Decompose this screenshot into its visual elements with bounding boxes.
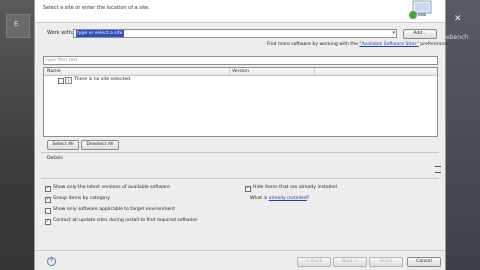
back-button[interactable]: < Back xyxy=(297,257,331,267)
hide-installed-label: Hide items that are already installed xyxy=(253,185,337,190)
add-button[interactable]: Add... xyxy=(403,29,437,39)
tree-row-label: There is no site selected. xyxy=(74,77,132,82)
work-with-combo[interactable]: type or select a site ▾ xyxy=(73,29,397,38)
deselect-all-button[interactable]: Deselect All xyxy=(81,140,119,150)
group-by-category-checkbox[interactable] xyxy=(45,196,51,203)
filter-placeholder: type filter text xyxy=(46,58,78,63)
filter-input[interactable]: type filter text xyxy=(43,56,438,65)
software-tree[interactable]: Name Version i There is no site selected… xyxy=(43,67,438,137)
details-label: Details xyxy=(47,156,63,161)
find-more-prefix: Find more software by working with the xyxy=(267,42,360,47)
work-with-value: type or select a site xyxy=(76,30,124,37)
info-icon: i xyxy=(65,77,72,84)
next-button[interactable]: Next > xyxy=(333,257,367,267)
already-installed-suffix: ? xyxy=(306,196,310,201)
install-dialog: Select a site or enter the location of a… xyxy=(34,0,449,270)
select-all-button[interactable]: Select All xyxy=(47,140,79,150)
close-icon[interactable]: ✕ xyxy=(454,14,462,24)
install-wizard-icon xyxy=(409,0,432,19)
available-software-sites-link[interactable]: "Available Software Sites" xyxy=(359,42,418,47)
workbench-tab-label: E xyxy=(14,20,19,28)
already-installed-prefix: What is xyxy=(250,196,269,201)
latest-versions-checkbox[interactable] xyxy=(45,185,51,192)
work-with-label: Work with: xyxy=(47,30,74,36)
header-message: Select a site or enter the location of a… xyxy=(43,5,150,11)
latest-versions-label: Show only the latest versions of availab… xyxy=(53,185,170,190)
contact-sites-label: Contact all update sites during install … xyxy=(53,218,198,223)
group-by-category-label: Group items by category xyxy=(53,196,111,201)
tree-header: Name Version xyxy=(44,68,437,76)
target-env-checkbox[interactable] xyxy=(45,208,51,214)
dialog-header: Select a site or enter the location of a… xyxy=(35,0,445,23)
already-installed-text: What is already installed? xyxy=(250,196,309,201)
contact-sites-checkbox[interactable] xyxy=(45,218,51,225)
help-icon[interactable]: ? xyxy=(47,257,56,266)
chevron-down-icon[interactable]: ▾ xyxy=(392,30,395,37)
find-more-text: Find more software by working with the "… xyxy=(267,42,449,47)
find-more-suffix: preferences. xyxy=(418,42,449,47)
column-name[interactable]: Name xyxy=(47,69,61,74)
eclipse-workbench-right: ✕ ebench xyxy=(444,0,480,270)
details-toggle-icon[interactable] xyxy=(435,166,441,173)
cancel-button[interactable]: Cancel xyxy=(407,257,441,267)
finish-button[interactable]: Finish xyxy=(369,257,403,267)
hide-installed-checkbox[interactable] xyxy=(245,185,251,192)
workbench-label: ebench xyxy=(446,34,469,41)
column-version[interactable]: Version xyxy=(232,69,249,74)
eclipse-workbench-left: E xyxy=(0,0,34,270)
target-env-label: Show only software applicable to target … xyxy=(53,207,175,212)
tree-row-checkbox[interactable] xyxy=(58,78,64,84)
workbench-tab[interactable]: E xyxy=(6,14,30,38)
already-installed-link[interactable]: already installed xyxy=(269,196,307,201)
